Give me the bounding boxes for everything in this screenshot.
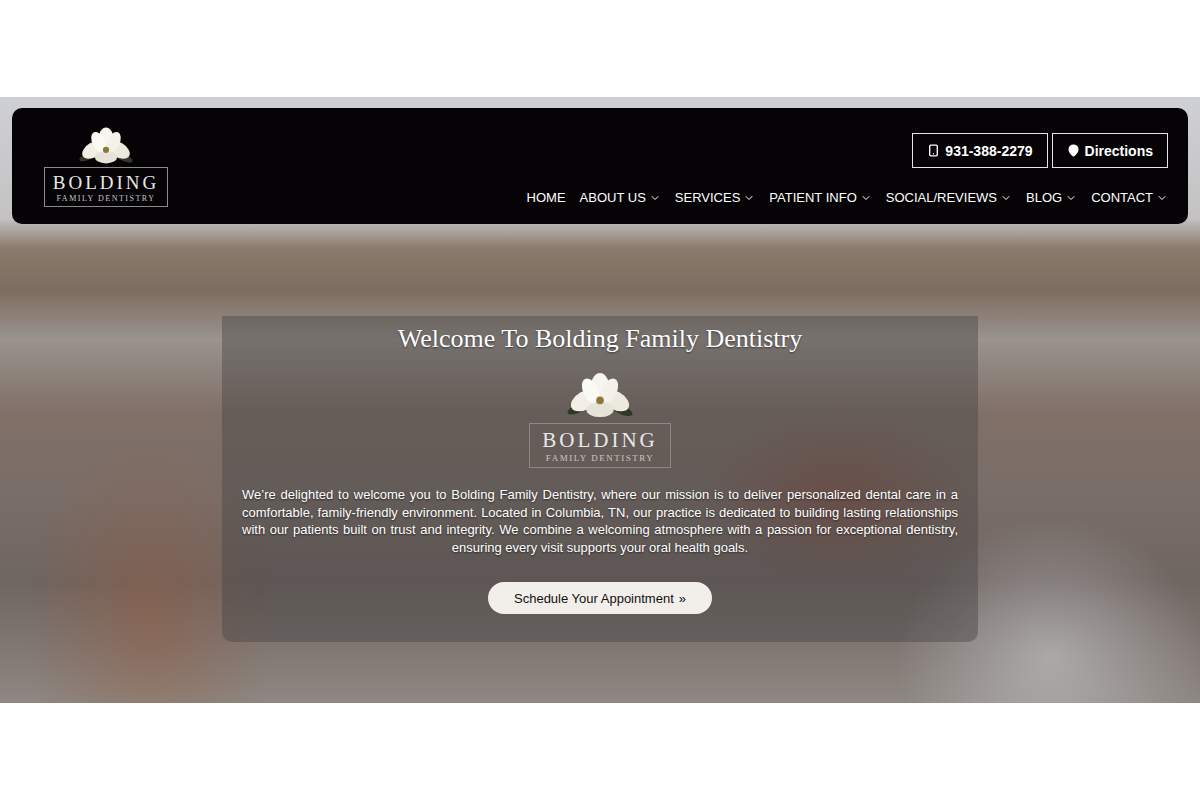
top-spacer [0,0,1200,97]
button-label: 931-388-2279 [945,143,1032,159]
menu-label: SERVICES [675,190,741,205]
chevron-down-icon [860,192,872,204]
menu-item[interactable]: SOCIAL/REVIEWS [886,190,1012,205]
header-bar: BOLDING FAMILY DENTISTRY 931-388-2279 Direc… [12,108,1188,224]
logo-frame: BOLDING FAMILY DENTISTRY [44,167,169,207]
menu-label: BLOG [1026,190,1062,205]
directions-button[interactable]: Directions [1052,133,1168,168]
schedule-button[interactable]: Schedule Your Appointment » [488,582,712,614]
phone-icon [927,144,940,157]
button-label: Directions [1085,143,1153,159]
hero-photo: BOLDING FAMILY DENTISTRY 931-388-2279 Direc… [0,97,1200,703]
menu-item[interactable]: SERVICES [675,190,756,205]
header-buttons: 931-388-2279 Directions [912,133,1168,168]
chevron-down-icon [1156,192,1168,204]
logo-tagline: FAMILY DENTISTRY [57,195,156,203]
menu-item[interactable]: ABOUT US [580,190,661,205]
main-menu: HOME ABOUT US SERVICES PATIENT INFO SOCIAL/R… [527,190,1168,205]
header-right: 931-388-2279 Directions HOME ABOUT US SERVIC… [527,108,1168,224]
logo-name: BOLDING [53,173,160,192]
logo-name: BOLDING [542,430,658,451]
hero-logo: BOLDING FAMILY DENTISTRY [529,370,671,468]
menu-label: ABOUT US [580,190,646,205]
chevron-down-icon [649,192,661,204]
site-logo[interactable]: BOLDING FAMILY DENTISTRY [42,108,170,224]
magnolia-icon [562,370,638,429]
chevron-down-icon [1065,192,1077,204]
menu-label: CONTACT [1091,190,1153,205]
logo-tagline: FAMILY DENTISTRY [546,454,654,463]
phone-button[interactable]: 931-388-2279 [912,133,1047,168]
menu-item[interactable]: BLOG [1026,190,1077,205]
button-label: Schedule Your Appointment [514,591,674,606]
welcome-panel: Welcome To Bolding Family Dentistry BOLDI… [222,316,978,642]
welcome-text: We’re delighted to welcome you to Boldin… [242,486,958,556]
logo-frame: BOLDING FAMILY DENTISTRY [529,423,671,468]
double-arrow-icon: » [679,591,686,606]
menu-item[interactable]: HOME [527,190,566,205]
menu-label: HOME [527,190,566,205]
chevron-down-icon [1000,192,1012,204]
menu-label: SOCIAL/REVIEWS [886,190,997,205]
menu-item[interactable]: PATIENT INFO [769,190,871,205]
menu-item[interactable]: CONTACT [1091,190,1168,205]
welcome-title: Welcome To Bolding Family Dentistry [398,324,802,354]
magnolia-icon [75,125,137,173]
map-pin-icon [1067,144,1080,157]
menu-label: PATIENT INFO [769,190,856,205]
chevron-down-icon [743,192,755,204]
page: BOLDING FAMILY DENTISTRY 931-388-2279 Direc… [0,0,1200,800]
